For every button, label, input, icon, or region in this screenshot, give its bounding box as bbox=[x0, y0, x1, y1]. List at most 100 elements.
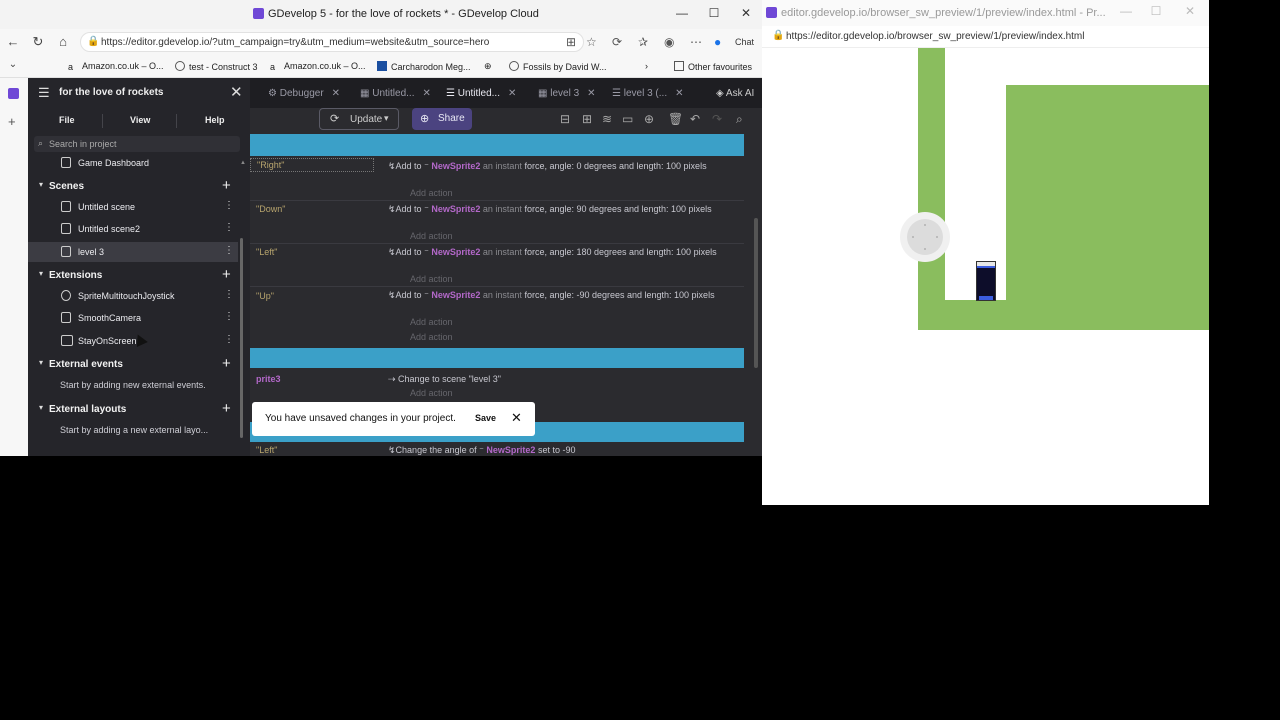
close-icon[interactable]: ✕ bbox=[511, 410, 522, 426]
add-external-layout-icon[interactable]: + bbox=[222, 400, 231, 417]
game-canvas[interactable] bbox=[762, 48, 1209, 505]
event-group-bar[interactable] bbox=[250, 348, 744, 368]
more-options-icon[interactable]: ⋮ bbox=[224, 222, 234, 233]
undo-icon[interactable]: ↶ bbox=[690, 112, 700, 126]
external-layouts-section[interactable]: ▾ External layouts + bbox=[28, 399, 238, 419]
profile-icon[interactable]: ◉ bbox=[664, 35, 674, 49]
ask-ai-button[interactable]: ◈ Ask AI bbox=[716, 88, 754, 99]
close-drawer-icon[interactable]: ✕ bbox=[230, 83, 243, 101]
redo-icon[interactable]: ↷ bbox=[712, 112, 722, 126]
add-action-link[interactable]: Add action bbox=[410, 332, 453, 342]
chevron-down-icon[interactable]: ▾ bbox=[384, 113, 389, 124]
event-condition[interactable]: prite3 bbox=[256, 374, 281, 384]
extension-item[interactable]: StayOnScreen ⋮ bbox=[28, 331, 238, 351]
add-action-link[interactable]: Add action bbox=[410, 231, 453, 241]
favorite-star-icon[interactable]: ☆ bbox=[586, 35, 597, 49]
maximize-icon[interactable]: ☐ bbox=[704, 6, 724, 20]
game-dashboard-item[interactable]: Game Dashboard bbox=[28, 153, 238, 173]
bookmark-other-favourites[interactable]: Other favourites bbox=[674, 61, 752, 72]
more-options-icon[interactable]: ⋮ bbox=[224, 245, 234, 256]
event-condition[interactable]: "Right" bbox=[250, 158, 374, 172]
extension-item[interactable]: SpriteMultitouchJoystick ⋮ bbox=[28, 286, 238, 306]
extension-item[interactable]: SmoothCamera ⋮ bbox=[28, 308, 238, 328]
preview-address-bar[interactable]: 🔒 https://editor.gdevelop.io/browser_sw_… bbox=[762, 26, 1209, 48]
add-action-link[interactable]: Add action bbox=[410, 188, 453, 198]
bookmark-construct[interactable]: test - Construct 3 bbox=[175, 61, 258, 72]
chevron-down-icon[interactable]: ▾ bbox=[39, 358, 43, 367]
share-button[interactable]: ⊕ Share bbox=[412, 108, 472, 130]
external-events-section[interactable]: ▾ External events + bbox=[28, 354, 238, 374]
bookmark-amazon[interactable]: a Amazon.co.uk – O... bbox=[68, 61, 164, 72]
gdevelop-tab-icon[interactable] bbox=[8, 88, 19, 99]
drawer-scrollbar[interactable] bbox=[240, 238, 243, 438]
event-group-bar[interactable] bbox=[250, 134, 744, 156]
tab-untitled-1[interactable]: ▦ Untitled... ✕ bbox=[360, 88, 431, 99]
add-action-link[interactable]: Add action bbox=[410, 317, 453, 327]
back-icon[interactable]: ← bbox=[5, 34, 21, 49]
chevron-right-icon[interactable]: › bbox=[645, 61, 648, 71]
event-action[interactable]: ↯Add to ⁻ NewSprite2 an instant force, a… bbox=[388, 160, 728, 173]
more-options-icon[interactable]: ⋮ bbox=[224, 289, 234, 300]
comment-icon[interactable]: ▭ bbox=[622, 112, 633, 126]
chevron-down-icon[interactable]: ⌄ bbox=[5, 59, 21, 70]
event-condition[interactable]: "Up" bbox=[256, 291, 274, 301]
event-action[interactable]: ↯Add to ⁻ NewSprite2 an instant force, a… bbox=[388, 246, 728, 259]
scenes-section[interactable]: ▾ Scenes + bbox=[28, 176, 238, 196]
add-tab-icon[interactable]: + bbox=[8, 114, 16, 129]
chevron-down-icon[interactable]: ▾ bbox=[39, 180, 43, 189]
more-icon[interactable]: ⋯ bbox=[690, 35, 702, 49]
add-scene-icon[interactable]: + bbox=[222, 177, 231, 194]
event-action[interactable]: ↯Add to ⁻ NewSprite2 an instant force, a… bbox=[388, 203, 728, 216]
minimize-icon[interactable]: — bbox=[1116, 4, 1136, 18]
tab-untitled-2[interactable]: ☰ Untitled... ✕ bbox=[446, 88, 516, 99]
tab-level-3-events[interactable]: ☰ level 3 (... ✕ bbox=[612, 88, 684, 99]
minimize-icon[interactable]: — bbox=[672, 6, 692, 20]
extensions-section[interactable]: ▾ Extensions + bbox=[28, 265, 238, 285]
add-action-link[interactable]: Add action bbox=[410, 388, 453, 398]
extensions-icon[interactable]: ⟳ bbox=[612, 35, 622, 49]
event-condition[interactable]: "Left" bbox=[256, 445, 277, 455]
add-external-events-icon[interactable]: + bbox=[222, 355, 231, 372]
add-subevent-icon[interactable]: ⊞ bbox=[582, 112, 592, 126]
tab-level-3[interactable]: ▦ level 3 ✕ bbox=[538, 88, 596, 99]
url-field[interactable]: 🔒 https://editor.gdevelop.io/?utm_campai… bbox=[80, 32, 584, 52]
event-condition[interactable]: "Down" bbox=[256, 204, 285, 214]
scroll-up-icon[interactable]: ▲ bbox=[240, 160, 246, 166]
add-action-link[interactable]: Add action bbox=[410, 274, 453, 284]
event-condition[interactable]: "Left" bbox=[256, 247, 277, 257]
tab-debugger[interactable]: ⚙ Debugger ✕ bbox=[268, 88, 340, 99]
snackbar-save-button[interactable]: Save bbox=[475, 413, 496, 423]
event-action[interactable]: ⇢ Change to scene "level 3" bbox=[388, 373, 728, 386]
events-scrollbar[interactable] bbox=[754, 218, 758, 368]
refresh-icon[interactable]: ↻ bbox=[30, 34, 46, 50]
scene-item[interactable]: Untitled scene2 ⋮ bbox=[28, 219, 238, 239]
search-icon[interactable]: ⌕ bbox=[736, 112, 743, 127]
more-options-icon[interactable]: ⋮ bbox=[224, 311, 234, 322]
bookmark-fossils[interactable]: Fossils by David W... bbox=[509, 61, 607, 72]
add-icon[interactable]: ⊕ bbox=[644, 112, 654, 126]
close-icon[interactable]: ✕ bbox=[736, 6, 756, 20]
virtual-joystick[interactable] bbox=[900, 212, 950, 262]
maximize-icon[interactable]: ☐ bbox=[1146, 4, 1166, 18]
home-icon[interactable]: ⌂ bbox=[55, 34, 71, 49]
project-search-input[interactable]: ⌕ Search in project bbox=[34, 136, 240, 152]
menu-file[interactable]: File bbox=[59, 115, 75, 125]
add-event-icon[interactable]: ⊟ bbox=[560, 112, 570, 126]
delete-icon[interactable]: 🗑 bbox=[668, 112, 683, 126]
hamburger-menu-icon[interactable]: ☰ bbox=[38, 85, 50, 101]
bookmark-carcharodon[interactable]: Carcharodon Meg... bbox=[377, 61, 471, 72]
more-options-icon[interactable]: ⋮ bbox=[224, 334, 234, 345]
scene-item-selected[interactable]: level 3 ⋮ bbox=[28, 242, 238, 262]
add-group-icon[interactable]: ≋ bbox=[602, 112, 612, 126]
apps-icon[interactable]: ⊞ bbox=[566, 35, 576, 49]
close-icon[interactable]: ✕ bbox=[1180, 4, 1200, 18]
scene-item[interactable]: Untitled scene ⋮ bbox=[28, 197, 238, 217]
chat-label[interactable]: Chat bbox=[735, 37, 754, 47]
more-options-icon[interactable]: ⋮ bbox=[224, 200, 234, 211]
add-extension-icon[interactable]: + bbox=[222, 266, 231, 283]
bookmark-amazon-2[interactable]: a Amazon.co.uk – O... bbox=[270, 61, 366, 72]
menu-help[interactable]: Help bbox=[205, 115, 225, 125]
favorites-icon[interactable]: ✰ bbox=[638, 35, 648, 49]
chevron-down-icon[interactable]: ▾ bbox=[39, 269, 43, 278]
menu-view[interactable]: View bbox=[130, 115, 150, 125]
